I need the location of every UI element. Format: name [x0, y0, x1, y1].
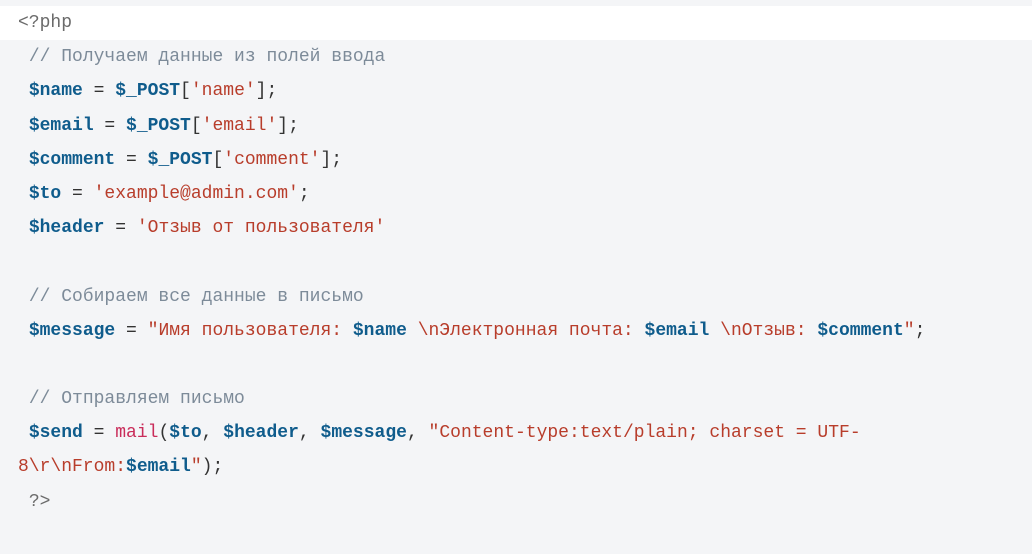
comment-line: // Собираем все данные в письмо [29, 287, 364, 307]
var-comment: $comment [29, 150, 115, 170]
php-open-tag: <?php [18, 13, 72, 33]
code-block: <?php // Получаем данные из полей ввода … [0, 0, 1032, 529]
comment-line: // Получаем данные из полей ввода [29, 47, 385, 67]
var-message: $message [29, 321, 115, 341]
var-to: $to [29, 184, 61, 204]
var-header: $header [29, 218, 105, 238]
var-send: $send [29, 423, 83, 443]
var-name: $name [29, 81, 83, 101]
comment-line: // Отправляем письмо [29, 389, 245, 409]
var-post: $_POST [115, 81, 180, 101]
php-close-tag: ?> [29, 492, 51, 512]
func-mail: mail [115, 423, 158, 443]
var-email: $email [29, 116, 94, 136]
